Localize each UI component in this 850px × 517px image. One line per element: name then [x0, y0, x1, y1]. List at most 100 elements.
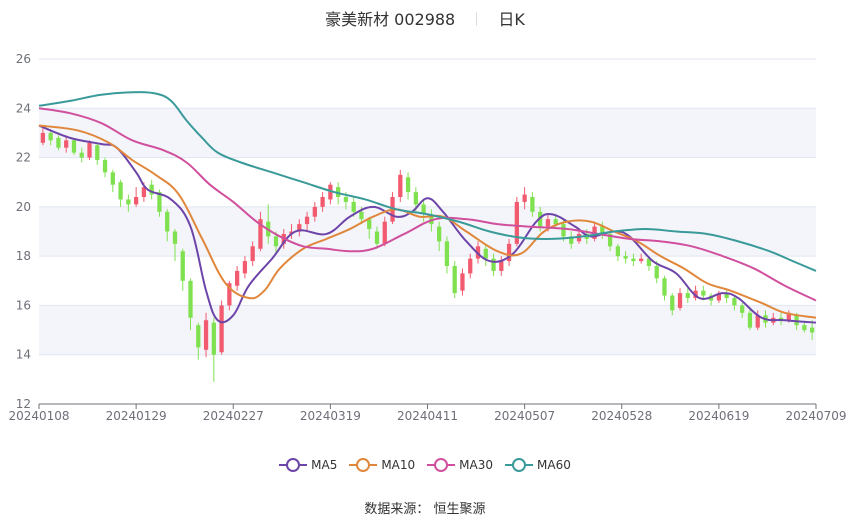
candle-body	[802, 325, 807, 331]
candle-body	[468, 258, 473, 274]
candle-body	[95, 145, 100, 161]
candle-body	[87, 142, 92, 158]
candle-body	[343, 197, 349, 202]
candle-body	[71, 140, 77, 153]
candle-body	[405, 177, 411, 193]
legend-item-ma5[interactable]: MA5	[279, 458, 337, 472]
candle	[452, 261, 457, 299]
candle	[491, 253, 496, 276]
candle	[405, 172, 411, 200]
chart-root: { "header": {"title": "豪美新材 002988", "pe…	[0, 0, 850, 517]
candle-body	[48, 132, 53, 141]
candle-body	[452, 266, 457, 294]
x-axis: 20240108 20240129 20240227 20240319 20240411…	[8, 403, 847, 423]
candle-body	[320, 197, 325, 207]
candle-body	[211, 322, 216, 355]
candle-body	[203, 320, 209, 350]
candle	[102, 157, 108, 178]
legend-marker-icon	[279, 458, 308, 472]
candle-body	[499, 261, 504, 271]
legend-item-ma10[interactable]: MA10	[349, 458, 415, 472]
legend-label: MA10	[381, 458, 416, 472]
candle-body	[351, 201, 356, 212]
band	[39, 108, 816, 158]
candle-body	[677, 293, 683, 308]
legend-marker-icon	[505, 458, 534, 472]
candle	[118, 179, 123, 207]
candle-body	[250, 246, 255, 262]
candle	[444, 236, 450, 274]
legend-item-ma30[interactable]: MA30	[427, 458, 493, 472]
candle	[499, 256, 504, 276]
candle	[615, 243, 621, 262]
candle	[242, 256, 248, 279]
candle-body	[180, 251, 185, 281]
candle	[133, 187, 139, 207]
candle-body	[740, 305, 745, 313]
candle-body	[196, 325, 201, 348]
candle-body	[747, 312, 753, 328]
legend-item-ma60[interactable]: MA60	[505, 458, 571, 472]
candle-body	[522, 194, 527, 202]
candle-body	[460, 273, 465, 291]
candle-body	[188, 280, 193, 318]
candle-body	[273, 236, 279, 247]
candle-body	[367, 219, 372, 230]
candle-body	[631, 258, 636, 262]
candle-body	[701, 290, 706, 296]
candle	[677, 288, 683, 311]
candle	[95, 142, 100, 165]
candle-body	[670, 295, 675, 311]
candle	[110, 169, 115, 193]
candle-body	[654, 266, 659, 279]
candle	[87, 140, 92, 161]
candle-body	[413, 192, 418, 205]
y-tick-label: 16	[16, 298, 31, 312]
candle-body	[483, 248, 488, 259]
candle-body	[165, 211, 170, 232]
x-tick-label: 20240108	[8, 409, 69, 423]
data-source: 数据来源： 恒生聚源	[364, 502, 486, 517]
candle	[149, 179, 154, 200]
x-tick-label: 20240619	[688, 409, 749, 423]
candle-body	[374, 231, 380, 244]
x-tick-label: 20240227	[203, 409, 264, 423]
x-tick-label: 20240507	[494, 409, 555, 423]
candle	[71, 137, 77, 156]
candle-body	[545, 219, 551, 227]
candle	[708, 293, 714, 306]
y-tick-label: 26	[16, 52, 31, 66]
legend: MA5 MA10 MA30 MA60	[0, 458, 850, 475]
candle-body	[118, 182, 123, 200]
candle-body	[398, 174, 403, 197]
candle-body	[110, 172, 115, 185]
legend-label: MA30	[459, 458, 494, 472]
candle-body	[561, 224, 566, 237]
candle	[328, 182, 333, 205]
candle	[398, 169, 403, 202]
y-tick-label: 24	[16, 101, 31, 115]
candle-body	[809, 327, 815, 333]
candle	[219, 300, 224, 355]
candle-body	[732, 298, 737, 306]
candle	[685, 288, 690, 303]
x-tick-label: 20240709	[785, 409, 846, 423]
candle-body	[359, 211, 364, 220]
candle-body	[662, 278, 667, 296]
candle-body	[530, 197, 535, 212]
candle	[468, 253, 473, 279]
candle	[514, 197, 519, 247]
x-tick-label: 20240411	[397, 409, 458, 423]
candle-body	[437, 226, 442, 242]
candle-body	[444, 241, 450, 266]
candle	[662, 275, 667, 301]
candle-body	[64, 140, 69, 148]
legend-marker-icon	[427, 458, 456, 472]
candle-body	[242, 261, 248, 274]
candle	[234, 266, 240, 291]
x-tick-label: 20240528	[591, 409, 652, 423]
candle-body	[553, 219, 558, 225]
band	[39, 305, 816, 355]
x-tick-label: 20240129	[106, 409, 167, 423]
legend-marker-icon	[349, 458, 378, 472]
